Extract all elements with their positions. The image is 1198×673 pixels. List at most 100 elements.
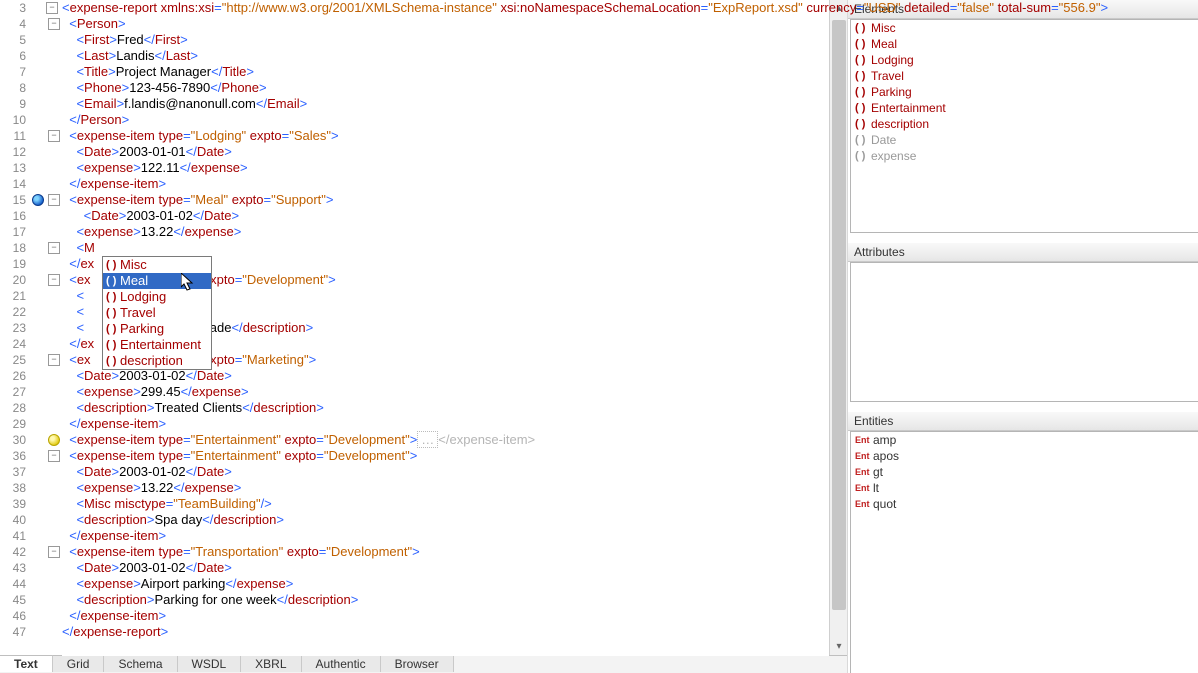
fold-toggle[interactable]: − <box>48 274 60 286</box>
element-item-misc[interactable]: ( )Misc <box>851 20 1198 36</box>
lineno: 38 <box>0 480 26 496</box>
tab-xbrl[interactable]: XBRL <box>241 656 301 672</box>
entity-item-amp[interactable]: Entamp <box>851 432 1198 448</box>
code-line[interactable]: <description>Parking for one week</descr… <box>62 592 358 608</box>
code-line[interactable]: </ex <box>62 256 94 272</box>
scrollbar-thumb[interactable] <box>832 20 846 610</box>
code-line[interactable]: <M <box>62 240 95 256</box>
code-line[interactable]: <expense-item type="Lodging" expto="Sale… <box>62 128 339 144</box>
right-panels: Elements ( )Misc ( )Meal ( )Lodging ( )T… <box>847 0 1198 673</box>
element-item-travel[interactable]: ( )Travel <box>851 68 1198 84</box>
code-line[interactable]: <Date>2003-01-02</Date> <box>62 208 239 224</box>
entity-item-gt[interactable]: Entgt <box>851 464 1198 480</box>
code-line[interactable]: <Misc misctype="TeamBuilding"/> <box>62 496 272 512</box>
code-line[interactable]: </expense-item> <box>62 528 166 544</box>
code-line[interactable]: <Title>Project Manager</Title> <box>62 64 254 80</box>
code-line[interactable]: <expense>Airport parking</expense> <box>62 576 293 592</box>
code-line[interactable]: <expense-item type="Entertainment" expto… <box>62 432 535 448</box>
code-line[interactable]: <Last>Landis</Last> <box>62 48 198 64</box>
tab-browser[interactable]: Browser <box>381 656 454 672</box>
element-item-description[interactable]: ( )description <box>851 116 1198 132</box>
tab-schema[interactable]: Schema <box>104 656 177 672</box>
autocomplete-item-travel[interactable]: ( )Travel <box>103 305 211 321</box>
tab-grid[interactable]: Grid <box>53 656 105 672</box>
entities-panel: Entities Entamp Entapos Entgt Entlt Entq… <box>848 412 1198 673</box>
element-item-parking[interactable]: ( )Parking <box>851 84 1198 100</box>
view-tabbar: Text Grid Schema WSDL XBRL Authentic Bro… <box>0 655 847 673</box>
entity-item-lt[interactable]: Entlt <box>851 480 1198 496</box>
code-line[interactable]: <Date>2003-01-02</Date> <box>62 368 232 384</box>
scroll-down-button[interactable]: ▾ <box>830 638 848 656</box>
element-item-date[interactable]: ( )Date <box>851 132 1198 148</box>
code-line[interactable]: <expense-item type="Transportation" expt… <box>62 544 420 560</box>
lineno: 14 <box>0 176 26 192</box>
code-line[interactable]: <expense-item type="Entertainment" expto… <box>62 448 417 464</box>
lineno: 26 <box>0 368 26 384</box>
change-marker[interactable] <box>48 434 60 446</box>
line-number-gutter: 3 4 5 6 7 8 9 10 11 12 13 14 15 16 17 18… <box>0 0 31 656</box>
element-item-expense[interactable]: ( )expense <box>851 148 1198 164</box>
lineno: 40 <box>0 512 26 528</box>
entity-item-quot[interactable]: Entquot <box>851 496 1198 512</box>
code-line[interactable]: </expense-item> <box>62 416 166 432</box>
autocomplete-popup[interactable]: ( )Misc ( )Meal ( )Lodging ( )Travel ( )… <box>102 256 212 370</box>
code-line[interactable]: </Person> <box>62 112 129 128</box>
code-line[interactable]: <expense-report xmlns:xsi="http://www.w3… <box>62 0 1108 16</box>
code-line[interactable]: <expense>299.45</expense> <box>62 384 249 400</box>
code-line[interactable]: <description>Treated Clients</descriptio… <box>62 400 324 416</box>
code-line[interactable]: </expense-item> <box>62 608 166 624</box>
lineno: 41 <box>0 528 26 544</box>
elements-list[interactable]: ( )Misc ( )Meal ( )Lodging ( )Travel ( )… <box>850 19 1198 233</box>
fold-toggle[interactable]: − <box>48 354 60 366</box>
attributes-panel-header[interactable]: Attributes <box>848 243 1198 262</box>
tab-wsdl[interactable]: WSDL <box>178 656 242 672</box>
code-line[interactable]: <description>Spa day</description> <box>62 512 284 528</box>
entity-item-apos[interactable]: Entapos <box>851 448 1198 464</box>
lineno: 45 <box>0 592 26 608</box>
code-line[interactable]: <Person> <box>62 16 126 32</box>
breakpoint-marker[interactable] <box>32 194 44 206</box>
fold-toggle[interactable]: − <box>46 2 58 14</box>
code-line[interactable]: </ex <box>62 336 94 352</box>
lineno: 27 <box>0 384 26 400</box>
fold-toggle[interactable]: − <box>48 130 60 142</box>
code-line[interactable]: <First>Fred</First> <box>62 32 188 48</box>
element-item-meal[interactable]: ( )Meal <box>851 36 1198 52</box>
elements-panel: Elements ( )Misc ( )Meal ( )Lodging ( )T… <box>848 0 1198 233</box>
code-line[interactable]: <Email>f.landis@nanonull.com</Email> <box>62 96 307 112</box>
code-line[interactable]: <Phone>123-456-7890</Phone> <box>62 80 267 96</box>
lineno: 7 <box>0 64 26 80</box>
fold-toggle[interactable]: − <box>48 242 60 254</box>
autocomplete-item-description[interactable]: ( )description <box>103 353 211 369</box>
autocomplete-item-meal[interactable]: ( )Meal <box>103 273 211 289</box>
fold-toggle[interactable]: − <box>48 450 60 462</box>
code-line[interactable]: <expense>13.22</expense> <box>62 480 241 496</box>
lineno: 22 <box>0 304 26 320</box>
code-line[interactable]: <Date>2003-01-02</Date> <box>62 560 232 576</box>
fold-toggle[interactable]: − <box>48 18 60 30</box>
attributes-list[interactable] <box>850 262 1198 402</box>
lineno: 44 <box>0 576 26 592</box>
autocomplete-item-entertainment[interactable]: ( )Entertainment <box>103 337 211 353</box>
code-line[interactable]: </expense-report> <box>62 624 168 640</box>
fold-toggle[interactable]: − <box>48 546 60 558</box>
code-line[interactable]: <expense-item type="Meal" expto="Support… <box>62 192 333 208</box>
lineno: 46 <box>0 608 26 624</box>
autocomplete-item-parking[interactable]: ( )Parking <box>103 321 211 337</box>
code-line[interactable]: <Date>2003-01-02</Date> <box>62 464 232 480</box>
tab-text[interactable]: Text <box>0 655 53 672</box>
code-line[interactable]: <expense>13.22</expense> <box>62 224 241 240</box>
editor-scrollbar[interactable]: ▴ ▾ <box>829 0 848 656</box>
autocomplete-item-lodging[interactable]: ( )Lodging <box>103 289 211 305</box>
entities-panel-header[interactable]: Entities <box>848 412 1198 431</box>
code-line[interactable]: <expense>122.11</expense> <box>62 160 248 176</box>
fold-toggle[interactable]: − <box>48 194 60 206</box>
autocomplete-item-misc[interactable]: ( )Misc <box>103 257 211 273</box>
element-item-entertainment[interactable]: ( )Entertainment <box>851 100 1198 116</box>
code-line[interactable]: <Date>2003-01-01</Date> <box>62 144 232 160</box>
code-line[interactable]: </expense-item> <box>62 176 166 192</box>
tab-authentic[interactable]: Authentic <box>302 656 381 672</box>
element-item-lodging[interactable]: ( )Lodging <box>851 52 1198 68</box>
entities-list[interactable]: Entamp Entapos Entgt Entlt Entquot <box>850 431 1198 673</box>
lineno: 47 <box>0 624 26 640</box>
